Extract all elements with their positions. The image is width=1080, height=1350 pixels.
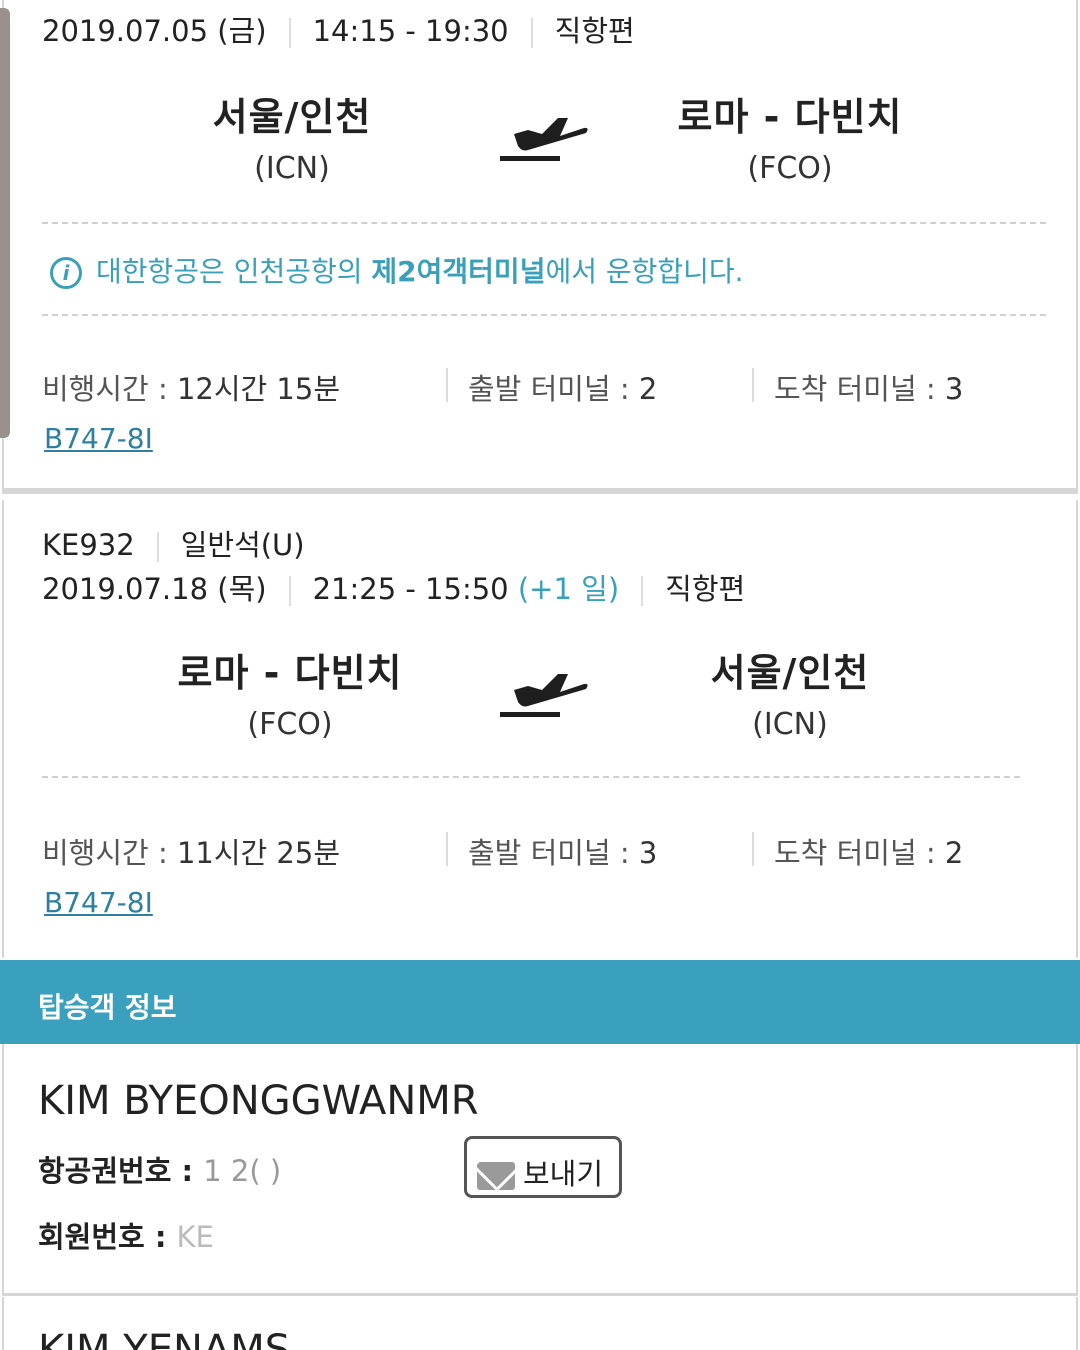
flight-info-row: 2019.07.18 (목) 21:25 - 15:50 (+1 일) 직항편 [42, 566, 745, 608]
duration-value: 12시간 15분 [176, 372, 340, 406]
flight-duration: 비행시간 : 11시간 25분 [42, 830, 340, 872]
member-value: KE [176, 1220, 214, 1254]
separator [752, 832, 754, 866]
arrival-terminal: 도착 터미널 : 3 [774, 366, 963, 408]
duration-label: 비행시간 : [42, 372, 177, 406]
dep-terminal-label: 출발 터미널 : [468, 372, 639, 406]
duration-value: 11시간 25분 [176, 836, 340, 870]
aircraft-link[interactable]: B747-8I [44, 886, 153, 919]
flight-duration: 비행시간 : 12시간 15분 [42, 366, 340, 408]
passenger-card: KIM BYEONGGWANMR 항공권번호 : 1 2( ) 보내기 회원번호… [2, 1044, 1078, 1296]
arr-terminal-value: 2 [944, 836, 964, 870]
origin-city: 로마 - 다빈치 [177, 651, 403, 695]
separator [288, 18, 291, 48]
airplane-takeoff-icon [500, 674, 588, 717]
departure-terminal: 출발 터미널 : 3 [468, 830, 657, 872]
divider [42, 222, 1046, 224]
flight-number: KE932 [42, 528, 135, 562]
send-label: 보내기 [523, 1157, 604, 1191]
passenger-card: KIM YENAMS [2, 1297, 1078, 1350]
flight-info-row: 2019.07.05 (금) 14:15 - 19:30 직항편 [42, 8, 635, 50]
member-label: 회원번호 : [38, 1220, 177, 1254]
passenger-name: KIM YENAMS [38, 1327, 291, 1350]
destination-city: 서울/인천 [710, 651, 870, 695]
origin-city: 서울/인천 [212, 95, 372, 139]
destination-airport: 서울/인천 (ICN) [610, 642, 970, 742]
ticket-number: 항공권번호 : 1 2( ) [38, 1148, 281, 1190]
separator [641, 576, 644, 606]
arr-terminal-value: 3 [944, 372, 964, 406]
destination-airport: 로마 - 다빈치 (FCO) [610, 86, 970, 186]
send-ticket-button[interactable]: 보내기 [464, 1136, 622, 1198]
terminal-notice: i 대한항공은 인천공항의 제2여객터미널에서 운항합니다. [50, 250, 744, 290]
origin-code: (FCO) [247, 707, 333, 742]
flight-date: 2019.07.18 (목) [42, 572, 267, 606]
info-icon: i [50, 257, 82, 289]
envelope-icon [477, 1162, 515, 1190]
flight-type: 직항편 [554, 14, 635, 48]
airplane-takeoff-icon [500, 118, 588, 161]
flight-type: 직항편 [665, 572, 746, 606]
member-number: 회원번호 : KE [38, 1214, 214, 1256]
divider [42, 314, 1046, 316]
arr-terminal-label: 도착 터미널 : [774, 372, 945, 406]
flight-time: 14:15 - 19:30 [312, 14, 509, 48]
arrival-terminal: 도착 터미널 : 2 [774, 830, 963, 872]
separator [288, 576, 291, 606]
dep-terminal-value: 2 [638, 372, 658, 406]
separator [752, 368, 754, 402]
notice-text-end: 에서 운항합니다. [545, 255, 744, 288]
departure-terminal: 출발 터미널 : 2 [468, 366, 657, 408]
flight-card-outbound: 2019.07.05 (금) 14:15 - 19:30 직항편 서울/인천 (IC… [2, 0, 1078, 494]
separator [446, 368, 448, 402]
origin-code: (ICN) [254, 151, 330, 186]
passenger-name: KIM BYEONGGWANMR [38, 1078, 479, 1124]
flight-date: 2019.07.05 (금) [42, 14, 267, 48]
dep-terminal-label: 출발 터미널 : [468, 836, 639, 870]
arr-terminal-label: 도착 터미널 : [774, 836, 945, 870]
cabin-class: 일반석(U) [180, 528, 305, 562]
divider [42, 776, 1020, 778]
dep-terminal-value: 3 [638, 836, 658, 870]
flight-time: 21:25 - 15:50 [312, 572, 509, 606]
scrollbar-thumb[interactable] [0, 8, 10, 438]
ticket-label: 항공권번호 : [38, 1154, 204, 1188]
origin-airport: 서울/인천 (ICN) [112, 86, 472, 186]
notice-text: 대한항공은 인천공항의 [96, 255, 372, 288]
origin-airport: 로마 - 다빈치 (FCO) [110, 642, 470, 742]
separator [156, 532, 159, 562]
aircraft-link[interactable]: B747-8I [44, 422, 153, 455]
notice-terminal: 제2여객터미널 [371, 255, 546, 288]
flight-number-row: KE932 일반석(U) [42, 522, 305, 564]
destination-city: 로마 - 다빈치 [677, 95, 903, 139]
next-day-badge: (+1 일) [517, 572, 620, 606]
duration-label: 비행시간 : [42, 836, 177, 870]
destination-code: (ICN) [752, 707, 828, 742]
separator [530, 18, 533, 48]
flight-card-return: KE932 일반석(U) 2019.07.18 (목) 21:25 - 15:50 … [2, 500, 1078, 958]
destination-code: (FCO) [747, 151, 833, 186]
passenger-section-header: 탑승객 정보 [0, 960, 1080, 1044]
separator [446, 832, 448, 866]
ticket-value: 1 2( ) [203, 1154, 282, 1188]
